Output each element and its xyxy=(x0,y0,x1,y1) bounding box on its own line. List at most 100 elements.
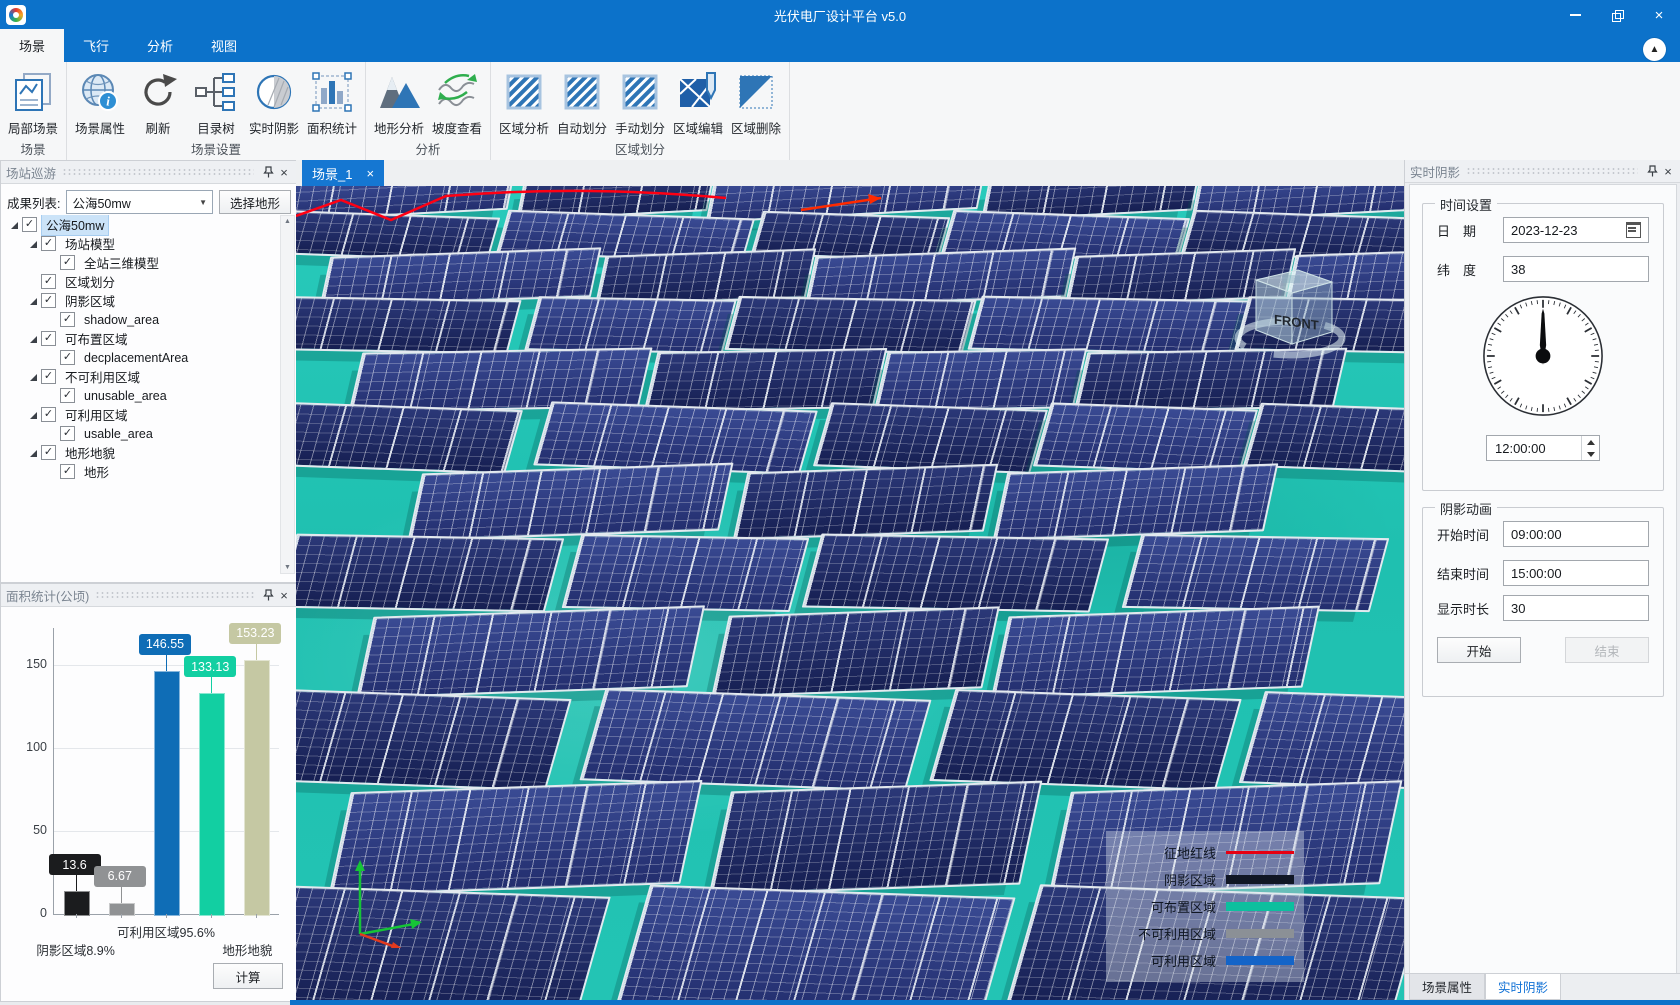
ribbon-button[interactable]: 区域编辑 xyxy=(669,64,727,137)
tree-checkbox[interactable]: ✓ xyxy=(41,236,56,251)
ribbon-button[interactable]: 坡度查看 xyxy=(428,64,486,137)
tree-checkbox[interactable]: ✓ xyxy=(60,388,75,403)
pin-icon[interactable] xyxy=(1644,163,1660,179)
chart-bar xyxy=(154,671,180,916)
ribbon-button[interactable]: 目录树 xyxy=(187,64,245,137)
expander-icon[interactable] xyxy=(9,220,19,230)
start-time-input[interactable]: 09:00:00 xyxy=(1503,521,1649,547)
bottom-tab-active[interactable]: 实时阴影 xyxy=(1485,974,1561,1000)
start-button[interactable]: 开始 xyxy=(1437,637,1521,663)
tree-item[interactable]: ✓地形地貌 xyxy=(3,443,281,462)
close-panel-icon[interactable]: × xyxy=(276,587,292,603)
local-scene-icon xyxy=(10,69,56,115)
spinner-up-button[interactable] xyxy=(1582,436,1599,448)
scroll-down-icon[interactable]: ▼ xyxy=(284,562,291,573)
ribbon-button[interactable]: 刷新 xyxy=(129,64,187,137)
tree-checkbox[interactable]: ✓ xyxy=(41,445,56,460)
tree-checkbox[interactable]: ✓ xyxy=(60,312,75,327)
solar-panel-array xyxy=(296,402,523,474)
ribbon-group-label: 场景设置 xyxy=(71,137,361,162)
tree-item[interactable]: ✓不可利用区域 xyxy=(3,367,281,386)
scene-tab[interactable]: 场景_1 × xyxy=(302,160,384,186)
ribbon-button[interactable]: 局部场景 xyxy=(4,64,62,137)
chart-ytick-label: 150 xyxy=(13,657,47,671)
ribbon-button[interactable]: 手动划分 xyxy=(611,64,669,137)
end-time-input[interactable]: 15:00:00 xyxy=(1503,560,1649,586)
tree-checkbox[interactable]: ✓ xyxy=(60,350,75,365)
restore-button[interactable] xyxy=(1596,0,1638,30)
tree-item[interactable]: ✓decplacementArea xyxy=(3,348,281,367)
expander-icon[interactable] xyxy=(28,334,38,344)
ribbon-button[interactable]: 区域分析 xyxy=(495,64,553,137)
minimize-button[interactable] xyxy=(1554,0,1596,30)
tree-item[interactable]: ✓可利用区域 xyxy=(3,405,281,424)
ribbon-tab-场景[interactable]: 场景 xyxy=(0,29,64,62)
end-button[interactable]: 结束 xyxy=(1565,637,1649,663)
tree-item[interactable]: ✓阴影区域 xyxy=(3,291,281,310)
ribbon-button[interactable]: 区域删除 xyxy=(727,64,785,137)
time-spinner[interactable]: 12:00:00 xyxy=(1486,435,1600,461)
tree-item[interactable]: ✓地形 xyxy=(3,462,281,481)
ribbon-button[interactable]: 自动划分 xyxy=(553,64,611,137)
tree-checkbox[interactable]: ✓ xyxy=(41,274,56,289)
group-legend: 阴影动画 xyxy=(1435,499,1497,518)
ribbon-button[interactable]: 面积统计 xyxy=(303,64,361,137)
tree-item[interactable]: ✓ 区域划分 xyxy=(3,272,281,291)
collapse-ribbon-button[interactable]: ▲ xyxy=(1643,38,1666,61)
close-panel-icon[interactable]: × xyxy=(1660,163,1676,179)
tree-scrollbar[interactable]: ▲ ▼ xyxy=(280,215,295,574)
scroll-up-icon[interactable]: ▲ xyxy=(284,216,291,227)
tree-checkbox[interactable]: ✓ xyxy=(22,217,37,232)
expander-icon[interactable] xyxy=(28,372,38,382)
tree-checkbox[interactable]: ✓ xyxy=(41,331,56,346)
duration-input[interactable]: 30 xyxy=(1503,595,1649,621)
tree-checkbox[interactable]: ✓ xyxy=(60,255,75,270)
close-tab-icon[interactable]: × xyxy=(366,166,374,181)
bottom-tab-inactive[interactable]: 场景属性 xyxy=(1409,974,1485,1000)
spinner-down-button[interactable] xyxy=(1582,448,1599,460)
expander-icon[interactable] xyxy=(28,239,38,249)
compute-button[interactable]: 计算 xyxy=(213,963,283,989)
region-edit-icon xyxy=(675,69,721,115)
tree-item-label: 区域划分 xyxy=(61,271,119,292)
ribbon-tab-飞行[interactable]: 飞行 xyxy=(64,29,128,62)
navigation-cube[interactable]: FRONT xyxy=(1234,246,1346,366)
legend-row: 阴影区域 xyxy=(1116,866,1294,893)
tree-item[interactable]: ✓usable_area xyxy=(3,424,281,443)
expander-icon[interactable] xyxy=(28,296,38,306)
result-list-dropdown[interactable]: 公海50mw ▼ xyxy=(66,190,213,214)
tree-item[interactable]: ✓unusable_area xyxy=(3,386,281,405)
tree-checkbox[interactable]: ✓ xyxy=(60,464,75,479)
ribbon-tab-分析[interactable]: 分析 xyxy=(128,29,192,62)
ribbon-button[interactable]: 地形分析 xyxy=(370,64,428,137)
refresh-icon xyxy=(135,69,181,115)
calendar-icon[interactable] xyxy=(1626,222,1641,238)
date-input[interactable]: 2023-12-23 xyxy=(1503,217,1649,243)
analog-clock xyxy=(1479,292,1607,423)
solar-panel-array xyxy=(296,534,564,613)
expander-icon[interactable] xyxy=(28,410,38,420)
select-terrain-button[interactable]: 选择地形 xyxy=(219,190,291,214)
ribbon-button[interactable]: i场景属性 xyxy=(71,64,129,137)
expander-icon[interactable] xyxy=(28,448,38,458)
close-panel-icon[interactable]: × xyxy=(276,164,292,180)
tree-checkbox[interactable]: ✓ xyxy=(41,407,56,422)
tree-checkbox[interactable]: ✓ xyxy=(41,369,56,384)
slope-view-icon xyxy=(434,69,480,115)
tree-checkbox[interactable]: ✓ xyxy=(41,293,56,308)
pin-icon[interactable] xyxy=(260,587,276,603)
tree-item[interactable]: ✓全站三维模型 xyxy=(3,253,281,272)
close-button[interactable]: × xyxy=(1638,0,1680,30)
tree-item[interactable]: ✓可布置区域 xyxy=(3,329,281,348)
tree-item[interactable]: ✓场站模型 xyxy=(3,234,281,253)
ribbon-button[interactable]: 实时阴影 xyxy=(245,64,303,137)
latitude-input[interactable]: 38 xyxy=(1503,256,1649,282)
chart-ytick-label: 0 xyxy=(13,906,47,920)
tree-item[interactable]: ✓shadow_area xyxy=(3,310,281,329)
tree-item[interactable]: ✓公海50mw xyxy=(3,215,281,234)
ribbon-button-label: 场景属性 xyxy=(75,118,125,137)
tree-checkbox[interactable]: ✓ xyxy=(60,426,75,441)
ribbon-tab-视图[interactable]: 视图 xyxy=(192,29,256,62)
pin-icon[interactable] xyxy=(260,164,276,180)
3d-scene-canvas[interactable]: FRONT 征地红线阴影区域可布置区域不可利用区域可利用区域 xyxy=(296,186,1404,1000)
